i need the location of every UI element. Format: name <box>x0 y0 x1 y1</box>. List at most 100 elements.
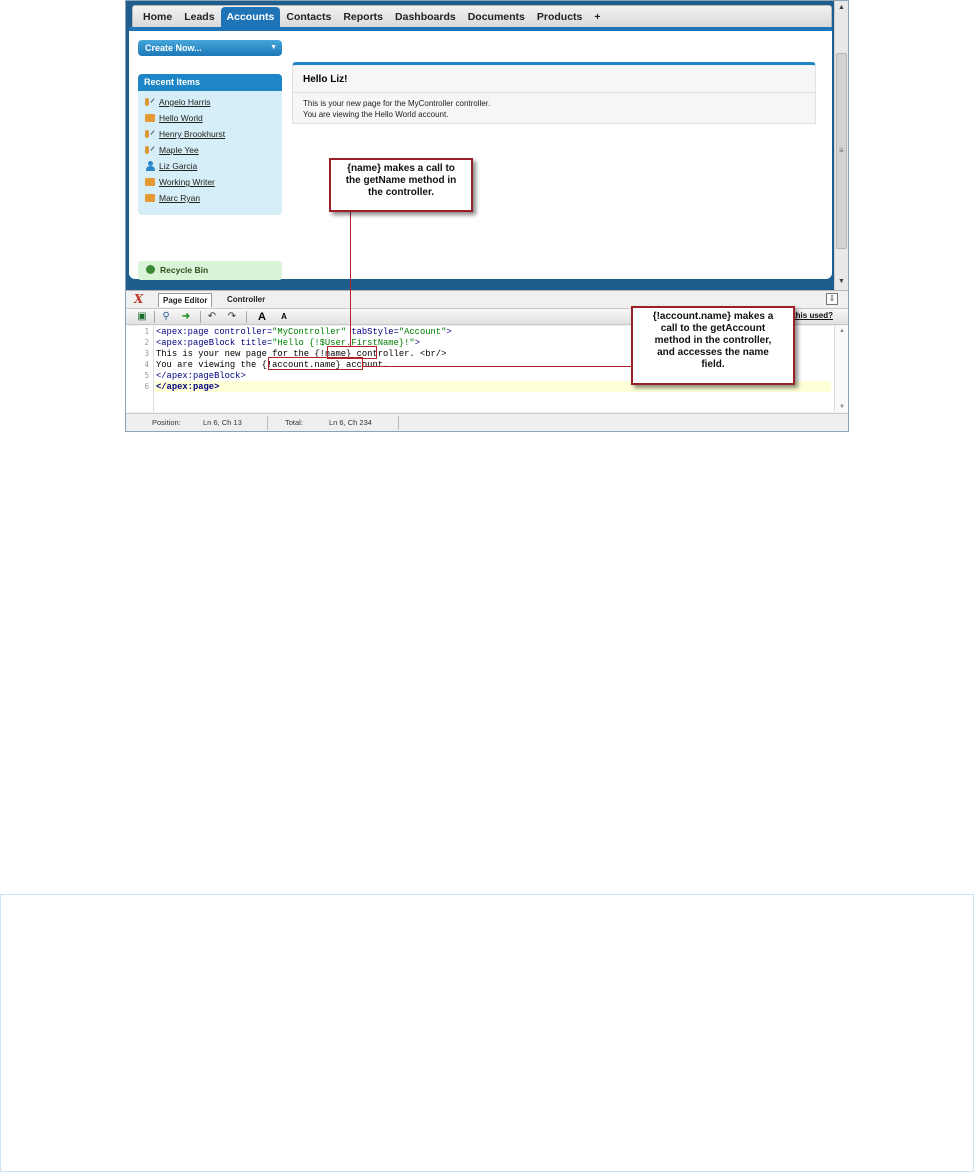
go-to-line-icon[interactable]: ➜ <box>178 310 194 324</box>
account-callout: {!account.name} makes a call to the getA… <box>631 306 795 385</box>
code-line: </apex:pageBlock> <box>156 371 246 382</box>
position-value: Ln 6, Ch 13 <box>203 418 242 427</box>
code-token: </apex:pageBlock> <box>156 371 246 381</box>
tab-leads[interactable]: Leads <box>178 7 220 27</box>
code-token: "MyController" <box>272 327 347 337</box>
total-label: Total: <box>285 418 303 427</box>
recent-item-label[interactable]: Maple Yee <box>159 145 199 155</box>
line-number: 3 <box>144 349 149 358</box>
contact-icon <box>145 129 155 139</box>
tab-page-editor[interactable]: Page Editor <box>158 293 213 307</box>
tab-home[interactable]: Home <box>137 7 178 27</box>
code-token: > <box>414 338 420 348</box>
line-number: 6 <box>144 382 149 391</box>
list-item[interactable]: Working Writer <box>145 175 215 189</box>
redo-icon[interactable]: ↷ <box>224 310 240 324</box>
line-number: 4 <box>144 360 149 369</box>
code-token: "Account" <box>398 327 447 337</box>
callout-connector <box>350 211 351 347</box>
code-token: <apex:page controller= <box>156 327 273 337</box>
search-icon[interactable]: ⚲ <box>158 310 174 324</box>
divider <box>246 311 247 323</box>
close-editor-icon[interactable]: X <box>134 292 143 306</box>
save-icon[interactable]: ▣ <box>134 310 150 324</box>
code-line: </apex:page> <box>156 382 219 393</box>
code-token: </apex:page> <box>156 382 220 392</box>
name-callout: {name} makes a call to the getName metho… <box>329 158 473 212</box>
recent-item-label[interactable]: Marc Ryan <box>159 193 200 203</box>
list-item[interactable]: Hello World <box>145 111 203 125</box>
divider <box>293 92 815 93</box>
tab-products[interactable]: Products <box>531 7 589 27</box>
undo-icon[interactable]: ↶ <box>204 310 220 324</box>
scroll-up-icon[interactable]: ▲ <box>839 328 845 334</box>
decrease-font-button[interactable]: A <box>276 310 292 324</box>
tab-accounts[interactable]: Accounts <box>220 7 281 27</box>
scroll-up-icon[interactable]: ▲ <box>838 4 845 11</box>
callout-line: field. <box>701 359 725 370</box>
grip-icon: ≡ <box>839 146 844 155</box>
recycle-bin-icon <box>146 265 155 274</box>
intro-line: This is your new page for the MyControll… <box>303 99 491 108</box>
line-number: 1 <box>144 327 149 336</box>
account-icon <box>145 113 155 123</box>
recent-item-label[interactable]: Hello World <box>159 113 203 123</box>
callout-line: and accesses the name <box>657 347 769 358</box>
recent-items-panel: Recent Items Angelo Harris Hello World H… <box>138 74 282 215</box>
recent-item-label[interactable]: Angelo Harris <box>159 97 211 107</box>
callout-line: method in the controller, <box>654 335 772 346</box>
recent-items-title: Recent Items <box>138 74 282 91</box>
list-item[interactable]: Angelo Harris <box>145 95 211 109</box>
list-item[interactable]: Marc Ryan <box>145 191 200 205</box>
contact-icon <box>145 145 155 155</box>
empty-panel <box>0 894 974 1172</box>
scroll-down-icon[interactable]: ▼ <box>838 278 845 285</box>
tab-reports[interactable]: Reports <box>337 7 389 27</box>
code-token: <apex:pageBlock title= <box>156 338 273 348</box>
page-content: Create Now... ▼ Recent Items Angelo Harr… <box>129 27 832 280</box>
download-icon[interactable]: ⇩ <box>826 293 838 305</box>
line-number: 2 <box>144 338 149 347</box>
divider <box>267 416 268 430</box>
code-line: <apex:page controller="MyController" tab… <box>156 327 452 338</box>
callout-line: {!account.name} makes a <box>652 311 774 322</box>
tab-controller[interactable]: Controller <box>223 293 269 307</box>
callout-line: {name} makes a call to <box>347 163 455 174</box>
scrollbar-thumb[interactable]: ≡ <box>836 53 847 249</box>
screenshot-frame: Home Leads Accounts Contacts Reports Das… <box>125 0 849 432</box>
recent-item-label[interactable]: Liz Garcia <box>159 161 197 171</box>
account-icon <box>145 177 155 187</box>
code-line: <apex:pageBlock title="Hello {!$User.Fir… <box>156 338 420 349</box>
code-token: You are viewing the <box>156 360 262 370</box>
tab-documents[interactable]: Documents <box>462 7 531 27</box>
add-tab-button[interactable]: + <box>588 7 606 27</box>
status-bar: Position: Ln 6, Ch 13 Total: Ln 6, Ch 23… <box>126 413 848 431</box>
recent-item-label[interactable]: Working Writer <box>159 177 215 187</box>
app-area: Home Leads Accounts Contacts Reports Das… <box>126 1 848 290</box>
recent-item-label[interactable]: Henry Brookhurst <box>159 129 225 139</box>
list-item[interactable]: Henry Brookhurst <box>145 127 225 141</box>
contact-icon <box>145 97 155 107</box>
create-new-button[interactable]: Create Now... ▼ <box>138 40 282 56</box>
account-line: You are viewing the Hello World account. <box>303 110 449 119</box>
callout-connector <box>363 366 631 367</box>
line-number: 5 <box>144 371 149 380</box>
tab-contacts[interactable]: Contacts <box>280 7 337 27</box>
recycle-bin-link[interactable]: Recycle Bin <box>138 261 282 280</box>
tab-dashboards[interactable]: Dashboards <box>389 7 462 27</box>
code-token: tabStyle= <box>346 327 399 337</box>
increase-font-button[interactable]: A <box>254 310 270 324</box>
create-new-label: Create Now... <box>145 43 202 53</box>
scroll-down-icon[interactable]: ▼ <box>839 404 845 410</box>
callout-line: the controller. <box>367 187 435 198</box>
chevron-down-icon: ▼ <box>270 44 277 51</box>
line-number-gutter: 1 2 3 4 5 6 <box>126 326 154 412</box>
divider <box>200 311 201 323</box>
page-scrollbar[interactable]: ▲ ≡ ▼ <box>834 1 848 290</box>
code-scrollbar[interactable]: ▲ ▼ <box>834 326 848 412</box>
list-item[interactable]: Liz Garcia <box>145 159 197 173</box>
list-item[interactable]: Maple Yee <box>145 143 199 157</box>
page-block-title: Hello Liz! <box>303 74 348 85</box>
help-link[interactable]: this used? <box>793 311 833 320</box>
callout-line: call to the getAccount <box>660 323 766 334</box>
